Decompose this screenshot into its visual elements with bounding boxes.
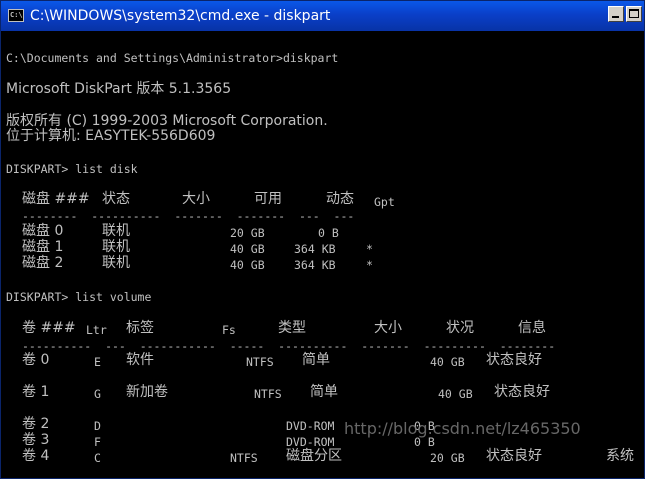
- volume-header-info: 信息: [518, 320, 546, 336]
- disk-header-size: 大小: [182, 191, 210, 207]
- volume-row-2-id: 卷 2: [22, 416, 50, 432]
- volume-header-size: 大小: [374, 320, 402, 336]
- list-disk-command: DISKPART> list disk: [6, 162, 138, 176]
- watermark-text: http://blog.csdn.net/lz465350: [344, 419, 581, 438]
- disk-header-dyn: 动态: [326, 191, 354, 207]
- disk-header-id: 磁盘 ###: [22, 191, 90, 207]
- maximize-icon: [629, 9, 639, 18]
- volume-header-id: 卷 ###: [22, 320, 76, 336]
- volume-row-0-ltr: E: [94, 355, 101, 369]
- disk-row-1-id: 磁盘 1: [22, 239, 64, 255]
- volume-row-3-ltr: F: [94, 435, 101, 449]
- volume-row-1-status: 状态良好: [494, 384, 550, 400]
- version-line: Microsoft DiskPart 版本 5.1.3565: [6, 81, 232, 97]
- volume-row-1-fs: NTFS: [254, 387, 282, 401]
- disk-row-2-size: 40 GB: [230, 258, 265, 272]
- volume-header-status: 状况: [446, 320, 474, 336]
- volume-row-4-status: 状态良好: [486, 448, 542, 464]
- volume-row-2-type: DVD-ROM: [286, 419, 335, 433]
- volume-row-0-id: 卷 0: [22, 352, 50, 368]
- console-icon[interactable]: C:\: [8, 9, 24, 22]
- volume-header-type: 类型: [278, 320, 306, 336]
- title-bar[interactable]: C:\ C:\WINDOWS\system32\cmd.exe - diskpa…: [1, 1, 644, 31]
- disk-row-1-status: 联机: [102, 239, 130, 255]
- volume-row-4-fs: NTFS: [230, 451, 258, 465]
- volume-row-3-id: 卷 3: [22, 432, 50, 448]
- list-volume-command: DISKPART> list volume: [6, 290, 152, 304]
- volume-row-1-id: 卷 1: [22, 384, 50, 400]
- cmd-window: C:\ C:\WINDOWS\system32\cmd.exe - diskpa…: [0, 0, 645, 479]
- volume-row-0-status: 状态良好: [486, 352, 542, 368]
- disk-row-0-id: 磁盘 0: [22, 223, 64, 239]
- volume-row-2-ltr: D: [94, 419, 101, 433]
- copyright-line: 版权所有 (C) 1999-2003 Microsoft Corporation…: [6, 113, 328, 129]
- volume-row-1-size: 40 GB: [438, 387, 473, 401]
- volume-row-0-type: 简单: [302, 352, 330, 368]
- disk-row-1-size: 40 GB: [230, 242, 265, 256]
- minimize-button[interactable]: [608, 6, 624, 22]
- volume-row-0-fs: NTFS: [246, 355, 274, 369]
- disk-row-0-size: 20 GB: [230, 226, 265, 240]
- disk-row-0-status: 联机: [102, 223, 130, 239]
- volume-row-1-label: 新加卷: [126, 384, 168, 400]
- computer-line: 位于计算机: EASYTEK-556D609: [6, 128, 216, 144]
- volume-row-4-type: 磁盘分区: [286, 448, 342, 464]
- volume-header-rule: ---------- --- ----------- ----- -------…: [22, 339, 556, 353]
- volume-row-0-size: 40 GB: [430, 355, 465, 369]
- disk-row-1-dyn: *: [366, 242, 373, 256]
- console-output[interactable]: C:\Documents and Settings\Administrator>…: [1, 31, 644, 478]
- volume-row-1-ltr: G: [94, 387, 101, 401]
- window-title: C:\WINDOWS\system32\cmd.exe - diskpart: [30, 8, 331, 24]
- disk-row-2-id: 磁盘 2: [22, 255, 64, 271]
- disk-header-gpt: Gpt: [374, 195, 395, 209]
- volume-row-4-info: 系统: [606, 448, 634, 464]
- disk-row-2-status: 联机: [102, 255, 130, 271]
- disk-row-0-free: 0 B: [318, 226, 339, 240]
- volume-row-4-size: 20 GB: [430, 451, 465, 465]
- minimize-icon: [612, 16, 619, 18]
- volume-header-ltr: Ltr: [86, 323, 107, 337]
- disk-header-status: 状态: [102, 191, 130, 207]
- volume-row-0-label: 软件: [126, 352, 154, 368]
- volume-row-4-id: 卷 4: [22, 448, 50, 464]
- prompt-line: C:\Documents and Settings\Administrator>…: [6, 51, 339, 65]
- volume-header-label: 标签: [126, 320, 154, 336]
- volume-row-1-type: 简单: [310, 384, 338, 400]
- disk-row-2-dyn: *: [366, 258, 373, 272]
- volume-row-4-ltr: C: [94, 451, 101, 465]
- disk-row-2-free: 364 KB: [294, 258, 336, 272]
- volume-header-fs: Fs: [222, 323, 236, 337]
- volume-row-3-type: DVD-ROM: [286, 435, 335, 449]
- disk-header-rule: -------- ---------- ------- ------- --- …: [22, 209, 355, 223]
- maximize-button[interactable]: [626, 6, 642, 22]
- disk-row-1-free: 364 KB: [294, 242, 336, 256]
- disk-header-free: 可用: [254, 191, 282, 207]
